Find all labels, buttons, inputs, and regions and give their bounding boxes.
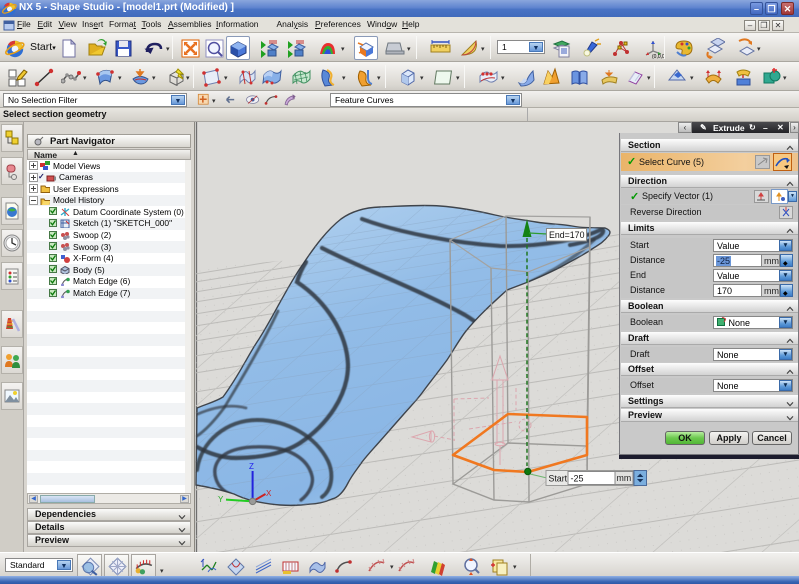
svg-text:-25: -25	[571, 474, 584, 484]
svg-text:mm: mm	[617, 473, 632, 483]
svg-text:Y: Y	[218, 495, 224, 504]
svg-text:X: X	[266, 489, 272, 498]
svg-text:(0,0,0): (0,0,0)	[652, 54, 664, 59]
svg-text:Z: Z	[249, 462, 254, 471]
svg-text:Start: Start	[549, 474, 568, 484]
svg-text:End=170: End=170	[549, 230, 585, 240]
